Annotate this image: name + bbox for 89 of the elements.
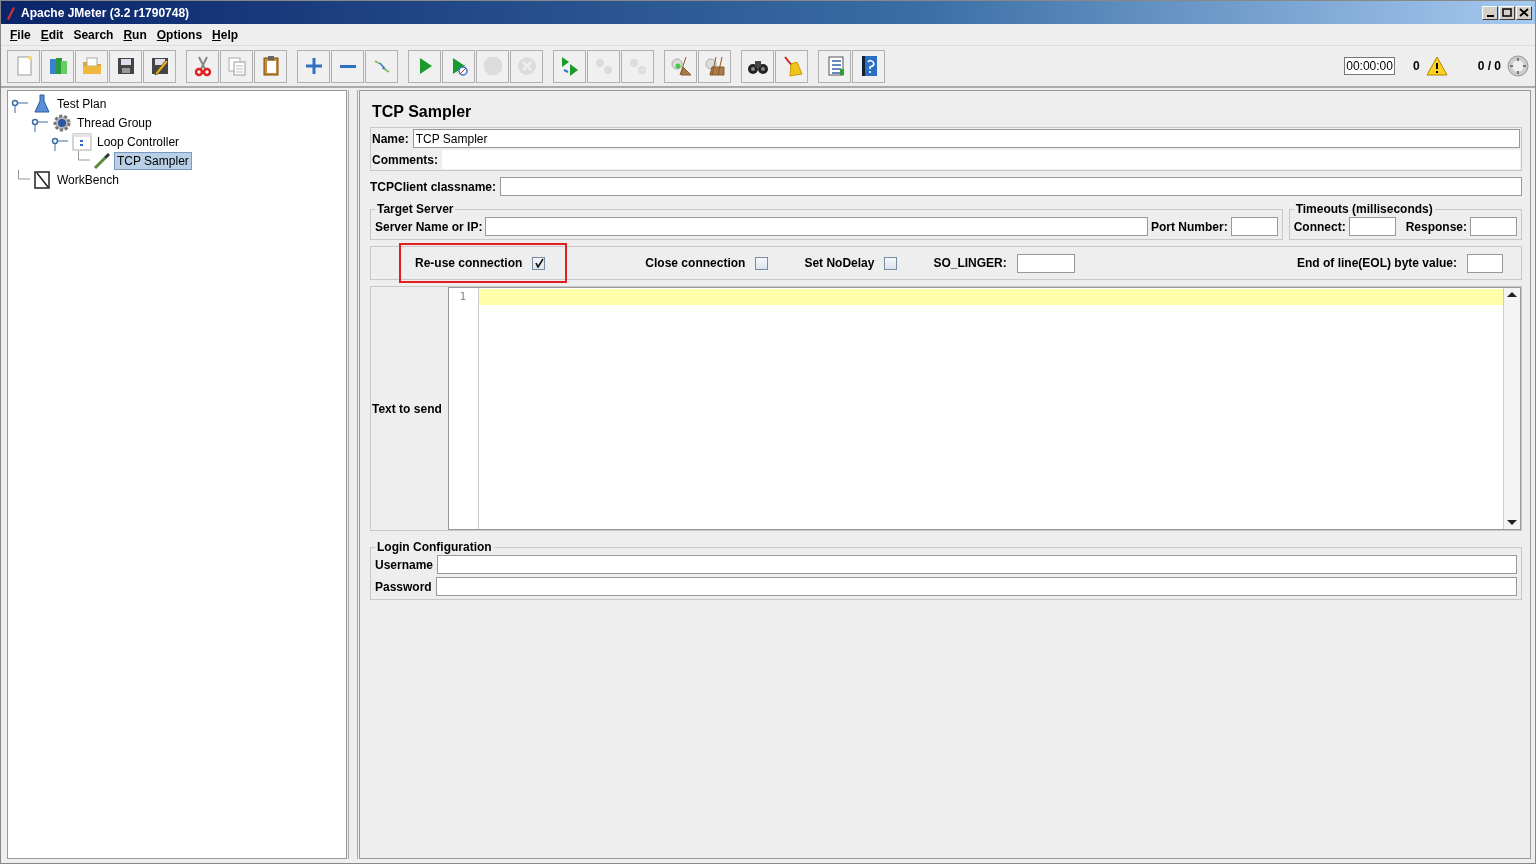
field-label: End of line(EOL) byte value: bbox=[1297, 256, 1457, 270]
thread-count: 0 / 0 bbox=[1477, 59, 1501, 73]
menu-item[interactable]: Search bbox=[68, 25, 119, 44]
menu-item[interactable]: Run bbox=[118, 25, 152, 44]
clipboard-button[interactable] bbox=[254, 49, 287, 83]
close-button[interactable] bbox=[1516, 5, 1532, 20]
group-title: Target Server bbox=[376, 202, 455, 216]
input-field[interactable] bbox=[1016, 253, 1075, 273]
input-field[interactable]: TCP Sampler bbox=[412, 129, 1520, 148]
tree-connector-icon bbox=[78, 151, 90, 161]
menu-item[interactable]: File bbox=[5, 25, 36, 44]
pages-icon bbox=[225, 55, 248, 77]
checkbox-label: Re-use connection bbox=[415, 256, 523, 270]
field-label: Username bbox=[375, 557, 434, 572]
menu-item[interactable]: Help bbox=[207, 25, 244, 44]
folder-icon bbox=[80, 55, 103, 77]
line-number: 1 bbox=[458, 290, 466, 305]
minimize-icon bbox=[1486, 14, 1494, 17]
page-button[interactable] bbox=[7, 49, 40, 83]
window-title: Apache JMeter (3.2 r1790748) bbox=[21, 5, 191, 20]
input-field[interactable] bbox=[485, 217, 1148, 236]
group-title: Timeouts (milliseconds) bbox=[1294, 202, 1434, 216]
broom-gear-icon bbox=[669, 55, 692, 77]
help-book-button[interactable] bbox=[852, 49, 885, 83]
close-icon bbox=[1519, 8, 1529, 17]
list-button[interactable] bbox=[818, 49, 851, 83]
tree-item[interactable]: Thread Group bbox=[74, 113, 155, 132]
group-title: Login Configuration bbox=[376, 540, 493, 554]
input-field[interactable] bbox=[1470, 217, 1517, 236]
feather-icon bbox=[4, 4, 16, 21]
input-field[interactable] bbox=[435, 577, 1517, 596]
elapsed-time-display: 00:00:00 bbox=[1344, 57, 1395, 75]
broom-gear-button[interactable] bbox=[664, 49, 697, 83]
code-editor[interactable]: 1 bbox=[448, 287, 1521, 530]
menu-item[interactable]: Edit bbox=[35, 25, 69, 44]
field-label: Server Name or IP: bbox=[375, 219, 483, 234]
maximize-button[interactable] bbox=[1499, 5, 1515, 20]
input-field[interactable] bbox=[437, 555, 1517, 574]
input-field[interactable] bbox=[1230, 217, 1278, 236]
tree-item[interactable]: WorkBench bbox=[54, 170, 122, 189]
tree-item[interactable]: TCP Sampler bbox=[114, 151, 192, 170]
field-label: Connect: bbox=[1293, 219, 1346, 234]
remote-status-icon bbox=[1507, 55, 1529, 77]
field-label: TCPClient classname: bbox=[370, 179, 497, 194]
panel-title: TCP Sampler bbox=[372, 103, 473, 121]
checkbox[interactable] bbox=[755, 256, 769, 270]
tree-item[interactable]: Test Plan bbox=[54, 94, 110, 113]
warning-icon[interactable] bbox=[1425, 56, 1448, 76]
field-label: Port Number: bbox=[1150, 219, 1228, 234]
maximize-icon bbox=[1502, 8, 1512, 17]
minus-icon bbox=[339, 64, 356, 68]
checkbox-label: Set NoDelay bbox=[804, 256, 875, 270]
play-button[interactable] bbox=[408, 49, 441, 83]
floppy-disk-button[interactable] bbox=[109, 49, 142, 83]
input-field[interactable] bbox=[1348, 217, 1396, 236]
field-label: SO_LINGER: bbox=[933, 256, 1007, 270]
checkbox[interactable] bbox=[532, 256, 546, 270]
plus-button[interactable] bbox=[297, 49, 330, 83]
play-clock-button[interactable] bbox=[442, 49, 475, 83]
brooms-button[interactable] bbox=[698, 49, 731, 83]
binoculars-button[interactable] bbox=[741, 49, 774, 83]
name-label: Name: bbox=[372, 131, 409, 146]
comments-label: Comments: bbox=[372, 152, 438, 167]
field-label: Password bbox=[375, 579, 432, 594]
gear-icon bbox=[52, 112, 72, 133]
menu-item[interactable]: Options bbox=[151, 25, 208, 44]
field-label: Response: bbox=[1405, 219, 1467, 234]
pencil-arrow-button[interactable] bbox=[365, 49, 398, 83]
pipette-icon bbox=[92, 150, 112, 171]
double-play-button[interactable] bbox=[553, 49, 586, 83]
field-label: Text to send bbox=[372, 401, 442, 416]
flask-icon bbox=[32, 93, 52, 114]
input-field[interactable] bbox=[1467, 253, 1503, 273]
notepad-pen-icon bbox=[32, 169, 52, 190]
checkbox[interactable] bbox=[884, 256, 898, 270]
checkbox-label: Close connection bbox=[645, 256, 746, 270]
scissors-button[interactable] bbox=[186, 49, 219, 83]
loop-window-icon bbox=[72, 131, 92, 152]
scrollbar[interactable] bbox=[1503, 288, 1520, 529]
minimize-button[interactable] bbox=[1482, 5, 1498, 20]
tree-item[interactable]: Loop Controller bbox=[94, 132, 183, 151]
input-field[interactable] bbox=[500, 177, 1522, 196]
books-button[interactable] bbox=[41, 49, 74, 83]
tree-connector-icon bbox=[18, 170, 30, 180]
warning-count: 0 bbox=[1412, 59, 1420, 73]
minus-button[interactable] bbox=[331, 49, 364, 83]
brooms-icon bbox=[703, 55, 726, 77]
check-mark-icon bbox=[533, 258, 544, 268]
floppy-pencil-button[interactable] bbox=[143, 49, 176, 83]
